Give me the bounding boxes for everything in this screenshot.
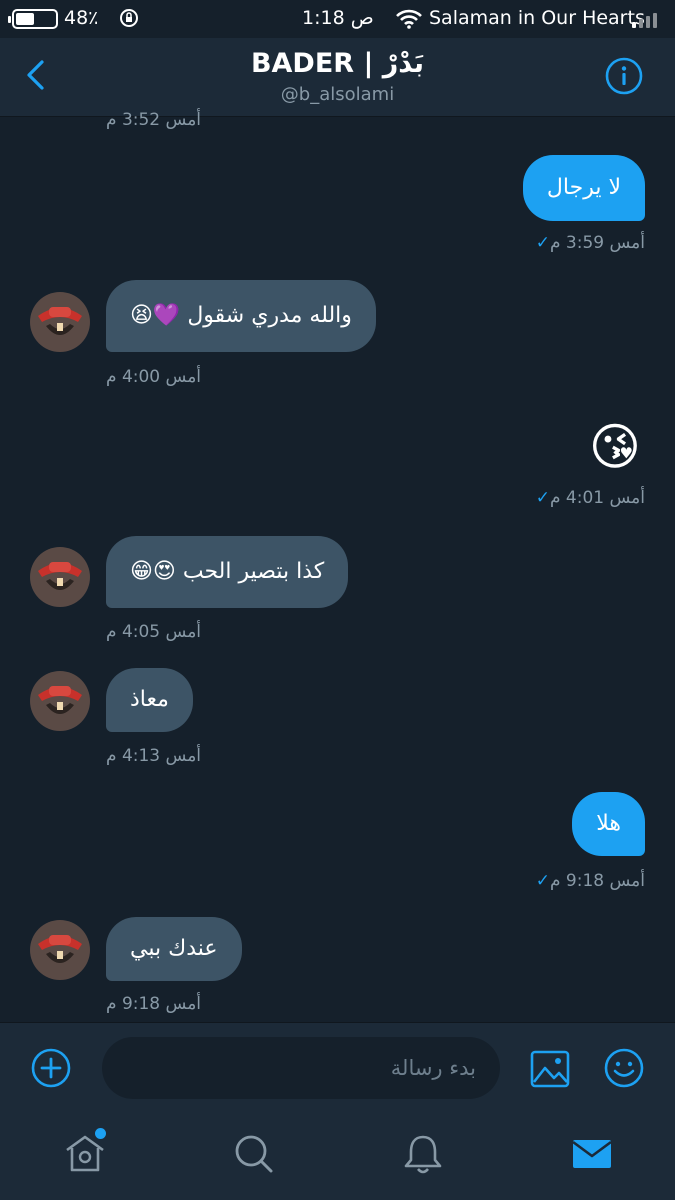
message-composer bbox=[0, 1022, 675, 1113]
rotation-lock-icon bbox=[118, 7, 140, 34]
message-timestamp: أمس 3:59 م✓ bbox=[530, 233, 645, 253]
message-emoji-outgoing[interactable]: 😘 bbox=[585, 412, 645, 482]
wifi-icon bbox=[396, 9, 422, 34]
conversation-title: BADER | بَدْرْ bbox=[250, 48, 425, 79]
status-bar: 48٪ 1:18 ص Salaman in Our Hearts bbox=[0, 0, 675, 38]
battery-icon bbox=[8, 9, 58, 29]
signal-icon bbox=[632, 12, 664, 28]
notification-dot bbox=[95, 1128, 106, 1139]
message-bubble-incoming[interactable]: والله مدري شقول 💜😫 bbox=[106, 280, 376, 352]
message-bubble-incoming[interactable]: معاذ bbox=[106, 668, 193, 732]
battery-percent: 48٪ bbox=[64, 7, 99, 29]
message-timestamp: أمس 4:00 م bbox=[106, 367, 202, 387]
read-check-icon: ✓ bbox=[535, 871, 550, 891]
read-check-icon: ✓ bbox=[535, 488, 550, 508]
carrier-name: Salaman in Our Hearts bbox=[429, 7, 645, 29]
message-timestamp: أمس 9:18 م✓ bbox=[530, 871, 645, 891]
conversation-handle: @b_alsolami bbox=[280, 84, 395, 105]
message-timestamp: أمس 3:52 م bbox=[106, 110, 202, 130]
clock: 1:18 ص bbox=[302, 7, 374, 29]
avatar[interactable] bbox=[30, 547, 90, 607]
smiley-icon[interactable] bbox=[603, 1047, 645, 1089]
message-timestamp: أمس 9:18 م bbox=[106, 994, 202, 1014]
message-timestamp: أمس 4:01 م✓ bbox=[530, 488, 645, 508]
avatar[interactable] bbox=[30, 671, 90, 731]
timestamp-text: أمس 4:01 م bbox=[549, 488, 645, 508]
avatar[interactable] bbox=[30, 920, 90, 980]
mail-icon[interactable] bbox=[570, 1132, 614, 1176]
message-input[interactable] bbox=[102, 1037, 500, 1099]
image-icon[interactable] bbox=[530, 1049, 570, 1089]
message-bubble-outgoing[interactable]: لا يرجال bbox=[522, 155, 645, 221]
message-timestamp: أمس 4:05 م bbox=[106, 622, 202, 642]
timestamp-text: أمس 3:59 م bbox=[549, 233, 645, 253]
info-icon[interactable] bbox=[604, 56, 644, 96]
conversation-header: BADER | بَدْرْ @b_alsolami bbox=[0, 38, 675, 117]
bell-icon[interactable] bbox=[401, 1132, 445, 1176]
avatar[interactable] bbox=[30, 292, 90, 352]
message-bubble-outgoing[interactable]: هلا bbox=[572, 792, 645, 856]
message-timestamp: أمس 4:13 م bbox=[106, 746, 202, 766]
bottom-tab-bar bbox=[0, 1112, 675, 1200]
read-check-icon: ✓ bbox=[535, 233, 550, 253]
search-icon[interactable] bbox=[232, 1132, 276, 1176]
plus-circle-icon[interactable] bbox=[30, 1047, 72, 1089]
message-bubble-incoming[interactable]: عندك ببي bbox=[106, 917, 242, 981]
message-bubble-incoming[interactable]: كذا بتصير الحب 😍😁 bbox=[106, 536, 349, 608]
timestamp-text: أمس 9:18 م bbox=[549, 871, 645, 891]
